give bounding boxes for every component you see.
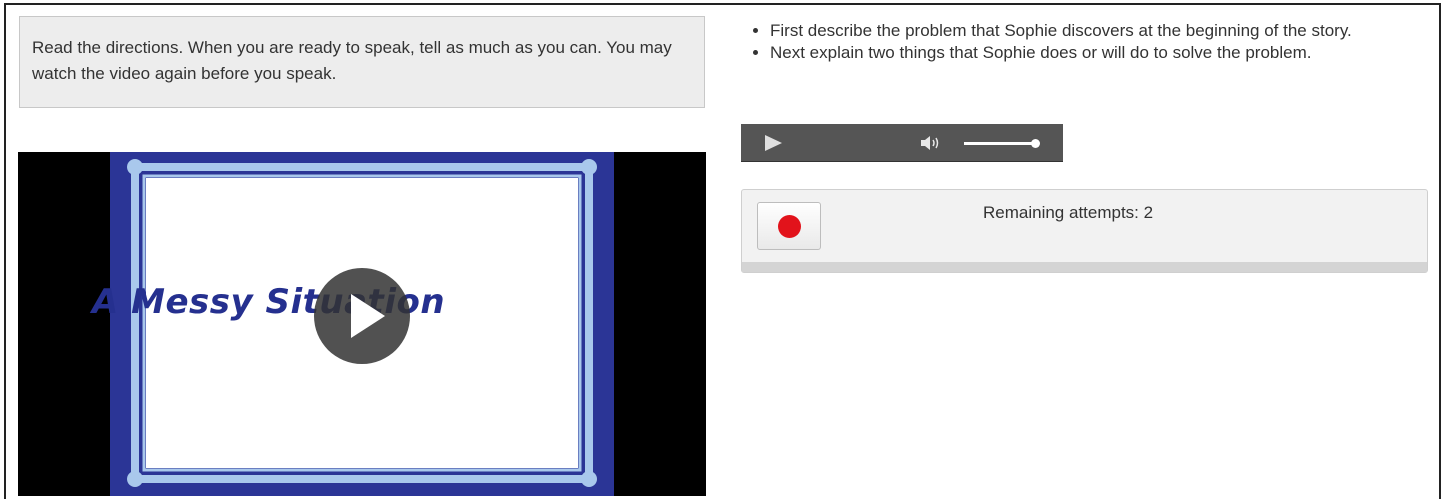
record-icon: [778, 215, 801, 238]
volume-slider-handle[interactable]: [1031, 139, 1040, 148]
recording-progress-bar: [742, 262, 1427, 272]
record-button[interactable]: [757, 202, 821, 250]
instruction-item: Next explain two things that Sophie does…: [770, 42, 1447, 64]
remaining-attempts-text: Remaining attempts: 2: [983, 203, 1154, 222]
video-player[interactable]: A Messy Situation: [18, 152, 706, 496]
instruction-item: First describe the problem that Sophie d…: [770, 20, 1447, 42]
audio-play-button[interactable]: [765, 135, 782, 151]
directions-text: Read the directions. When you are ready …: [32, 38, 672, 83]
audio-player: [741, 124, 1063, 162]
volume-slider[interactable]: [964, 142, 1036, 145]
speaker-icon[interactable]: [920, 134, 942, 152]
directions-box: Read the directions. When you are ready …: [19, 16, 705, 108]
recorder-panel: Remaining attempts: 2: [741, 189, 1428, 273]
video-play-button[interactable]: [314, 268, 410, 364]
instruction-list: First describe the problem that Sophie d…: [752, 20, 1447, 64]
